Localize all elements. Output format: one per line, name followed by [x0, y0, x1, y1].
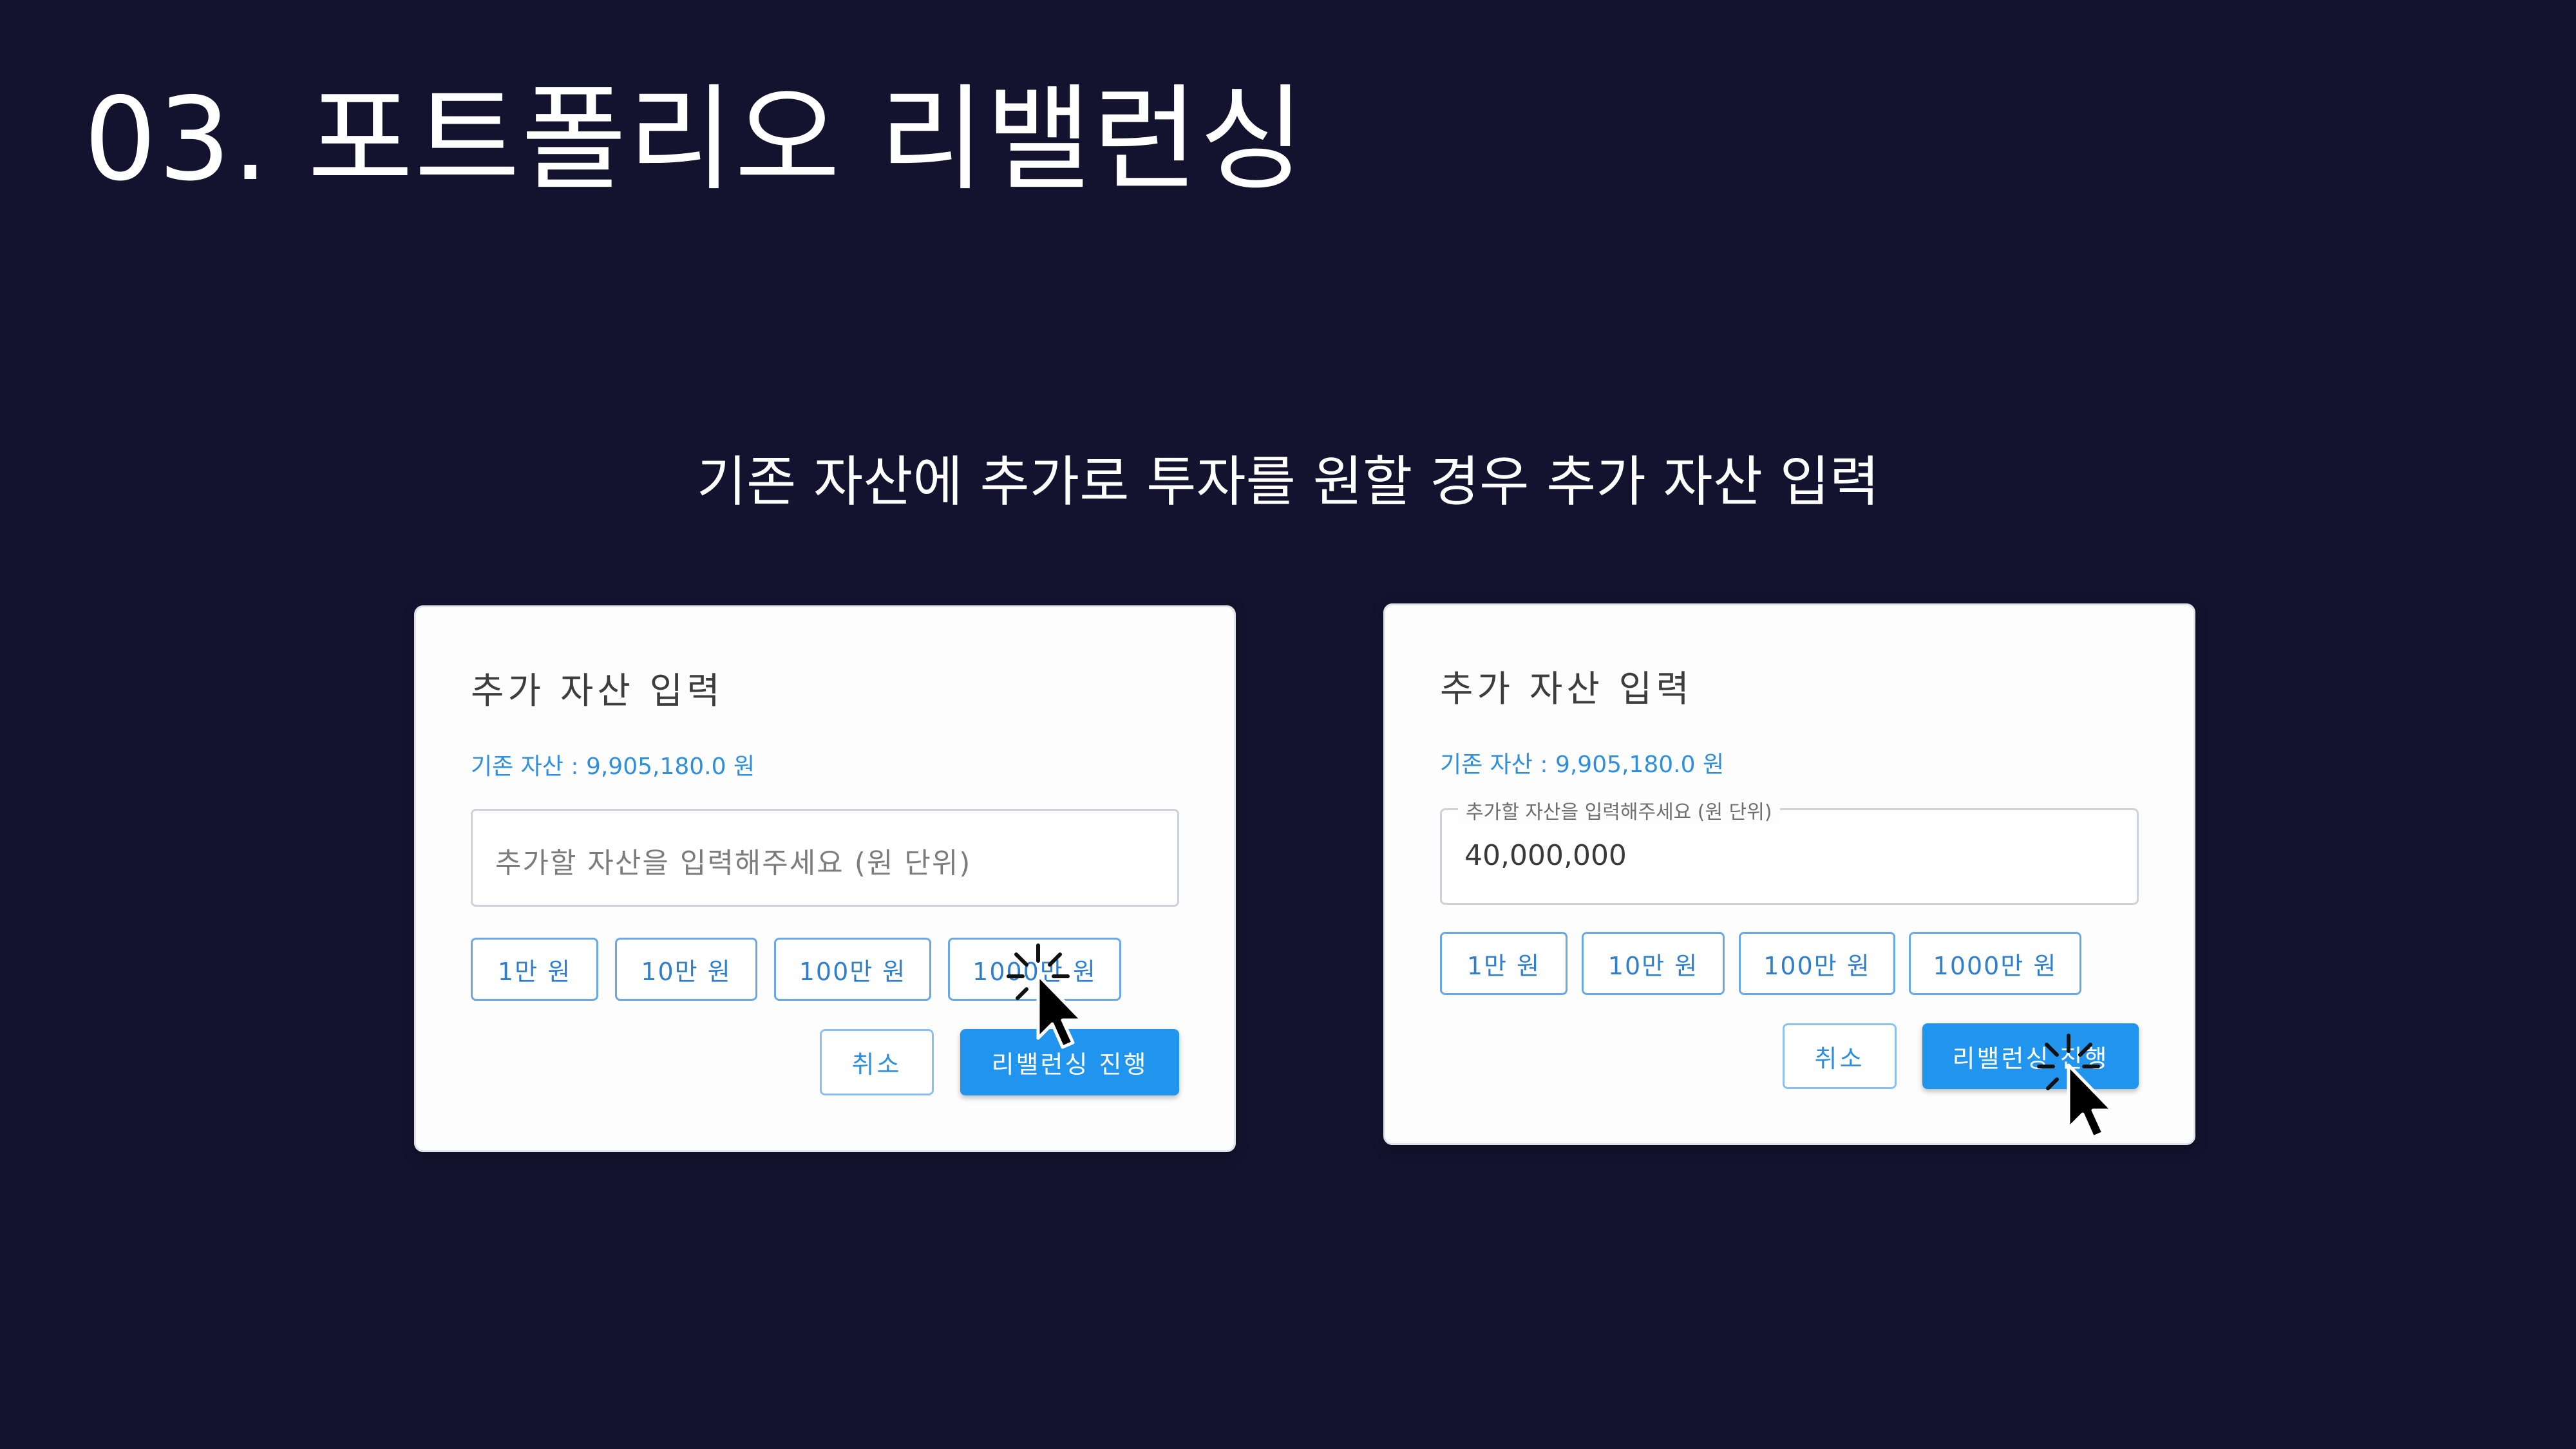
add-1m-button[interactable]: 100만 원	[1739, 932, 1895, 995]
slide-title: 03. 포트폴리오 리밸런싱	[84, 73, 1307, 206]
add-100k-button[interactable]: 10만 원	[1582, 932, 1725, 995]
input-value: 40,000,000	[1464, 839, 1627, 872]
add-10k-button[interactable]: 1만 원	[471, 938, 598, 1001]
dialog-title: 추가 자산 입력	[471, 670, 724, 712]
pointer-click-icon	[1007, 943, 1084, 1049]
add-100k-button[interactable]: 10만 원	[615, 938, 757, 1001]
add-10m-button[interactable]: 1000만 원	[1909, 932, 2081, 995]
additional-asset-input[interactable]: 추가할 자산을 입력해주세요 (원 단위)	[471, 809, 1179, 907]
pointer-click-icon	[2037, 1034, 2114, 1139]
dialog-title: 추가 자산 입력	[1440, 668, 1693, 710]
add-asset-dialog-empty: 추가 자산 입력 기존 자산 : 9,905,180.0 원 추가할 자산을 입…	[414, 605, 1236, 1152]
add-1m-button[interactable]: 100만 원	[774, 938, 931, 1001]
slide-subtitle: 기존 자산에 추가로 투자를 원할 경우 추가 자산 입력	[696, 450, 1880, 513]
existing-assets-label: 기존 자산 : 9,905,180.0 원	[471, 753, 755, 780]
input-placeholder: 추가할 자산을 입력해주세요 (원 단위)	[495, 847, 972, 880]
existing-assets-label: 기존 자산 : 9,905,180.0 원	[1440, 752, 1725, 778]
add-10k-button[interactable]: 1만 원	[1440, 932, 1567, 995]
additional-asset-input[interactable]: 추가할 자산을 입력해주세요 (원 단위) 40,000,000	[1440, 796, 2139, 905]
input-floating-label: 추가할 자산을 입력해주세요 (원 단위)	[1458, 796, 1780, 824]
cancel-button[interactable]: 취소	[1783, 1023, 1897, 1089]
cancel-button[interactable]: 취소	[820, 1029, 934, 1095]
